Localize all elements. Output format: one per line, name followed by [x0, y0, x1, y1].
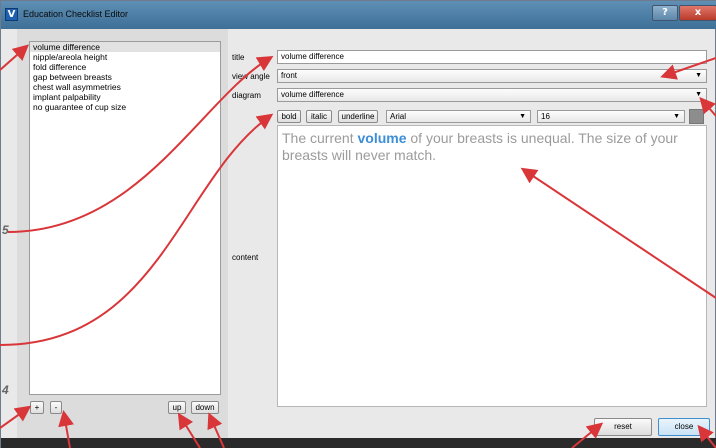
arrow-to-title-field: [7, 55, 274, 233]
arrow-to-reset: [571, 422, 604, 448]
annotation-arrows: [0, 44, 716, 448]
arrow-to-close: [697, 424, 716, 448]
arrow-to-remove-button: [58, 410, 74, 448]
arrow-to-down-button: [207, 412, 225, 448]
arrow-to-content: [520, 167, 716, 299]
arrow-to-list: [0, 44, 29, 71]
arrow-to-diagram: [699, 96, 716, 117]
arrow-to-up-button: [177, 412, 201, 448]
arrow-to-toolbar: [0, 113, 274, 346]
arrow-to-view-angle: [660, 57, 716, 80]
arrow-to-add-button: [0, 405, 32, 429]
